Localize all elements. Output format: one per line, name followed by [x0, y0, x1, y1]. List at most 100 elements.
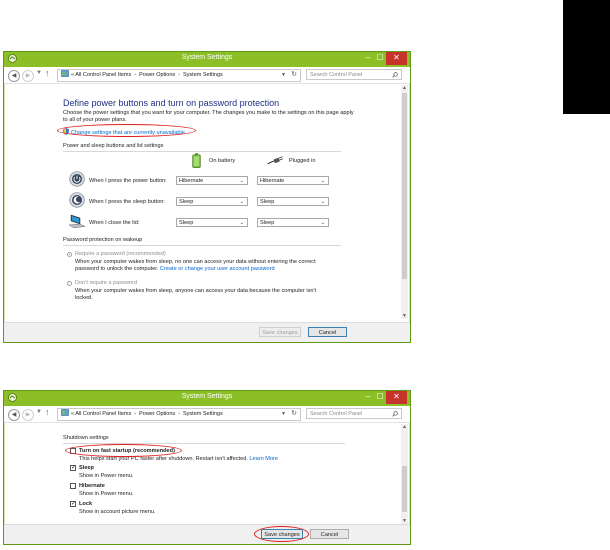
breadcrumb-all-items[interactable]: All Control Panel Items	[75, 72, 131, 78]
page-description: Choose the power settings that you want …	[63, 110, 354, 123]
lock-label: Lock	[79, 501, 93, 507]
shutdown-section-title: Shutdown settings	[63, 435, 109, 441]
scrollbar-thumb[interactable]	[402, 93, 407, 279]
laptop-lid-icon	[68, 214, 86, 229]
sleep-desc: Show in Power menu.	[79, 473, 134, 479]
close-lid-plugged-select[interactable]: Sleep ⌄	[257, 218, 329, 227]
dont-require-password-label: Don't require a password	[75, 280, 138, 286]
scroll-down-icon[interactable]: ▼	[401, 313, 408, 319]
divider	[63, 151, 341, 152]
sleep-checkbox[interactable]: ✓	[70, 465, 76, 471]
divider	[63, 245, 341, 246]
address-prefix: «	[71, 72, 75, 78]
recent-pages-chevron-icon[interactable]: ▼	[36, 70, 42, 76]
power-plug-icon	[267, 156, 283, 165]
search-icon	[392, 411, 398, 417]
search-placeholder: Search Control Panel	[310, 72, 363, 78]
chevron-down-icon[interactable]: ▼	[281, 409, 286, 420]
fast-startup-checkbox[interactable]	[70, 448, 76, 454]
breadcrumb-all-items[interactable]: All Control Panel Items	[75, 411, 131, 417]
chevron-down-icon: ⌄	[239, 178, 244, 184]
cancel-button[interactable]: Cancel	[310, 529, 349, 539]
breadcrumb-system-settings[interactable]: System Settings	[183, 72, 223, 78]
forward-button[interactable]: ▶	[22, 70, 34, 82]
require-password-desc-1: When your computer wakes from sleep, no …	[75, 259, 316, 265]
chevron-down-icon: ⌄	[239, 199, 244, 205]
chevron-down-icon[interactable]: ▼	[281, 70, 286, 81]
title-bar: System Settings – ☐ ✕	[4, 52, 410, 67]
close-lid-battery-select[interactable]: Sleep ⌄	[176, 218, 248, 227]
require-password-label: Require a password (recommended)	[75, 251, 166, 257]
recent-pages-chevron-icon[interactable]: ▼	[36, 409, 42, 415]
breadcrumb-power-options[interactable]: Power Options	[139, 72, 175, 78]
address-bar[interactable]: « All Control Panel Items › Power Options ›…	[57, 408, 301, 421]
address-toolbar: ◀ ▶ ▼ ↑ « All Control Panel Items › Power …	[4, 67, 410, 84]
control-panel-icon	[61, 409, 69, 416]
on-battery-header: On battery	[209, 158, 236, 164]
learn-more-link[interactable]: Learn More	[249, 456, 278, 462]
sleep-button-plugged-select[interactable]: Sleep ⌄	[257, 197, 329, 206]
require-password-radio[interactable]	[67, 252, 72, 257]
scroll-up-icon[interactable]: ▲	[401, 424, 408, 430]
forward-button[interactable]: ▶	[22, 409, 34, 421]
divider	[63, 443, 345, 444]
save-changes-button[interactable]: Save changes	[259, 327, 301, 337]
chevron-down-icon: ⌄	[320, 178, 325, 184]
dont-require-password-desc-2: locked.	[75, 295, 93, 301]
chevron-down-icon: ⌄	[320, 220, 325, 226]
require-password-desc-2: password to unlock the computer. Create …	[75, 266, 275, 272]
power-button-plugged-select[interactable]: Hibernate ⌄	[257, 176, 329, 185]
address-prefix: «	[71, 411, 75, 417]
close-lid-label: When I close the lid:	[89, 220, 140, 226]
battery-icon	[192, 153, 201, 168]
power-section-title: Power and sleep buttons and lid settings	[63, 143, 164, 149]
fast-startup-desc: This helps start your PC faster after sh…	[79, 456, 279, 462]
lock-checkbox[interactable]: ✓	[70, 501, 76, 507]
system-settings-window-2: System Settings – ☐ ✕ ◀ ▶ ▼ ↑ « All Cont…	[3, 390, 411, 545]
back-button[interactable]: ◀	[8, 409, 20, 421]
search-placeholder: Search Control Panel	[310, 411, 363, 417]
system-settings-window-1: System Settings – ☐ ✕ ◀ ▶ ▼ ↑ « All Cont…	[3, 51, 411, 343]
control-panel-icon	[61, 70, 69, 77]
cancel-button[interactable]: Cancel	[308, 327, 347, 337]
minimize-button[interactable]: –	[362, 52, 374, 65]
minimize-button[interactable]: –	[362, 391, 374, 404]
window-title: System Settings	[181, 54, 233, 61]
close-button[interactable]: ✕	[386, 52, 407, 65]
close-button[interactable]: ✕	[386, 391, 407, 404]
refresh-icon[interactable]: ↻	[291, 70, 297, 80]
refresh-icon[interactable]: ↻	[291, 409, 297, 419]
button-bar: Save changes Cancel	[4, 322, 410, 342]
hibernate-checkbox[interactable]	[70, 483, 76, 489]
up-arrow-icon[interactable]: ↑	[45, 68, 50, 78]
maximize-button[interactable]: ☐	[374, 391, 386, 404]
address-bar[interactable]: « All Control Panel Items › Power Options ›…	[57, 69, 301, 82]
chevron-down-icon: ⌄	[320, 199, 325, 205]
scrollbar-thumb[interactable]	[402, 466, 407, 512]
power-button-icon	[69, 171, 85, 187]
breadcrumb-power-options[interactable]: Power Options	[139, 411, 175, 417]
title-bar: System Settings – ☐ ✕	[4, 391, 410, 406]
breadcrumb-system-settings[interactable]: System Settings	[183, 411, 223, 417]
back-button[interactable]: ◀	[8, 70, 20, 82]
sleep-button-battery-select[interactable]: Sleep ⌄	[176, 197, 248, 206]
change-settings-link-row: Change settings that are currently unava…	[63, 128, 193, 137]
up-arrow-icon[interactable]: ↑	[45, 407, 50, 417]
chevron-down-icon: ⌄	[239, 220, 244, 226]
address-toolbar: ◀ ▶ ▼ ↑ « All Control Panel Items › Power …	[4, 406, 410, 423]
change-settings-link[interactable]: Change settings that are currently unava…	[71, 130, 185, 136]
save-changes-button[interactable]: Save changes	[261, 529, 303, 539]
black-side-tab	[563, 0, 610, 114]
search-input[interactable]: Search Control Panel	[306, 69, 402, 80]
shield-icon	[63, 128, 69, 135]
scroll-up-icon[interactable]: ▲	[401, 85, 408, 91]
button-bar: Save changes Cancel	[4, 524, 410, 544]
maximize-button[interactable]: ☐	[374, 52, 386, 65]
create-password-link[interactable]: Create or change your user account passw…	[160, 266, 275, 272]
power-button-battery-select[interactable]: Hibernate ⌄	[176, 176, 248, 185]
lock-desc: Show in account picture menu.	[79, 509, 156, 515]
dont-require-password-radio[interactable]	[67, 281, 72, 286]
search-input[interactable]: Search Control Panel	[306, 408, 402, 419]
vertical-scrollbar[interactable]: ▲ ▼	[401, 424, 408, 524]
vertical-scrollbar[interactable]: ▲ ▼	[401, 85, 408, 319]
